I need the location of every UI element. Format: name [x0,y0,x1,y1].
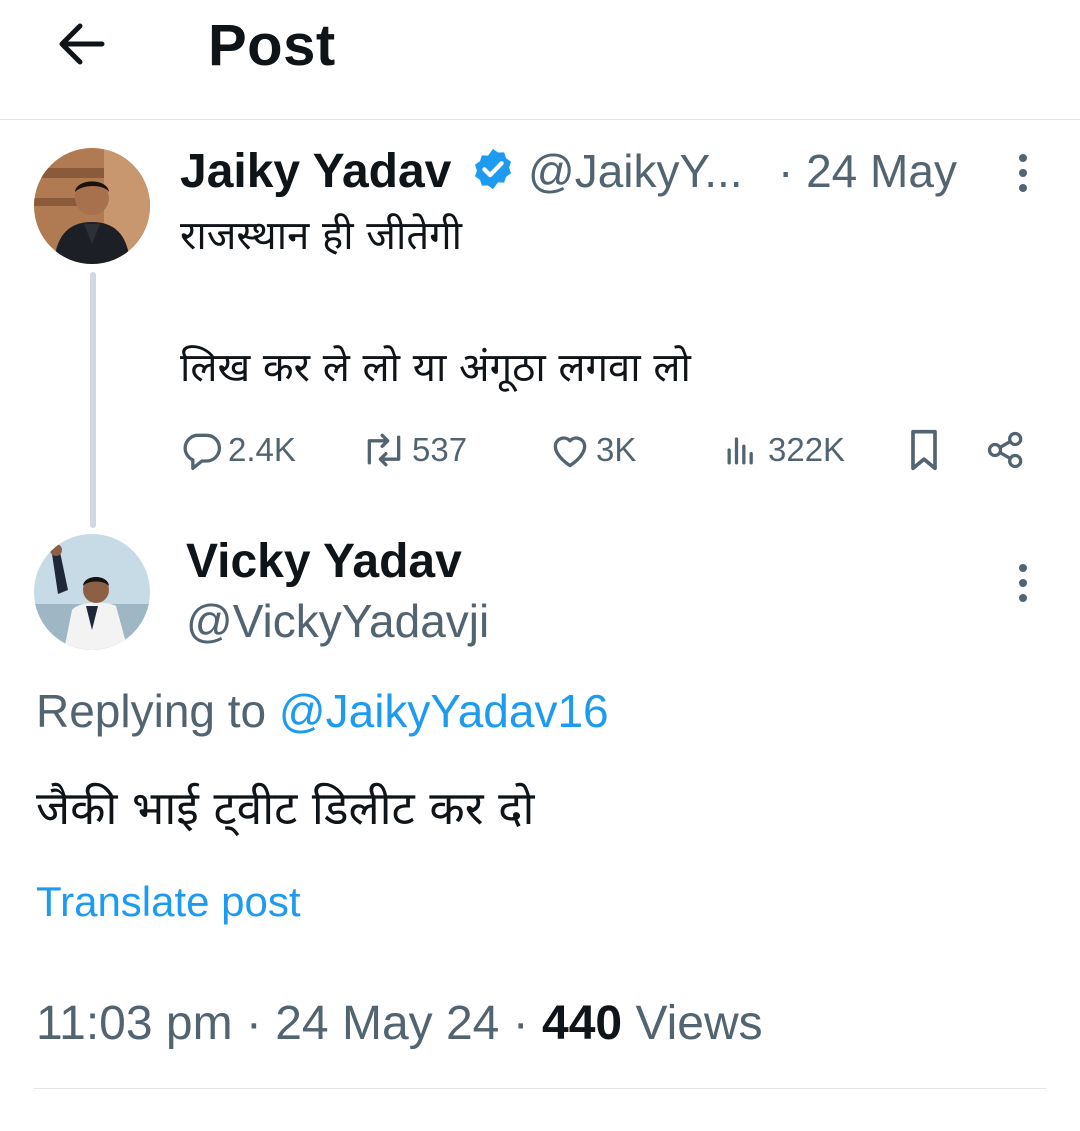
post-time[interactable]: 11:03 pm [36,997,233,1050]
replying-to-handle-link[interactable]: @JaikyYadav16 [279,685,609,737]
jaiky-tweet-line-1: राजस्थान ही जीतेगी [180,213,463,259]
reply-icon [183,433,222,470]
views-button[interactable]: 322K [720,422,845,478]
share-icon [987,431,1023,469]
vicky-more-options-button[interactable] [1008,558,1038,608]
post-views-label: Views [635,997,763,1050]
post-views-count[interactable]: 440 [542,997,622,1050]
top-bar: Post [0,0,1080,120]
bookmark-button[interactable] [902,422,946,478]
view-count: 322K [768,431,846,468]
jaiky-post-date[interactable]: · 24 May [778,144,957,198]
replying-to-prefix: Replying to [36,685,267,737]
views-icon [727,437,753,465]
translate-post-link[interactable]: Translate post [36,878,301,926]
bookmark-icon [911,429,937,471]
repost-count: 537 [412,431,468,468]
vicky-tweet-text: जैकी भाई ट्वीट डिलीट कर दो [36,781,535,835]
tweet-action-bar: 2.4K 537 3K 322K [180,422,1040,478]
reply-count: 2.4K [228,431,296,468]
like-icon [553,436,587,468]
like-button[interactable]: 3K [548,422,636,478]
jaiky-avatar[interactable] [34,148,150,264]
jaiky-tweet-line-2: लिख कर ले लो या अंगूठा लगवा लो [180,345,691,391]
thread-connector-line [90,272,96,528]
jaiky-handle[interactable]: @JaikyY... [528,144,743,198]
share-button[interactable] [984,422,1028,478]
reply-button[interactable]: 2.4K [180,422,296,478]
repost-icon [367,433,401,467]
replying-to-line: Replying to @JaikyYadav16 [36,684,609,738]
back-button[interactable] [52,18,112,70]
more-options-icon [1019,154,1027,192]
repost-button[interactable]: 537 [360,422,467,478]
verified-badge-icon [474,148,512,190]
back-arrow-icon [59,23,105,65]
page-title: Post [208,13,336,78]
like-count: 3K [596,431,637,468]
post-metadata: 11:03 pm · 24 May 24 · 440 Views [36,997,763,1050]
post-date[interactable]: 24 May 24 [275,997,499,1050]
divider [34,1088,1046,1089]
jaiky-author-name[interactable]: Jaiky Yadav [180,144,451,199]
vicky-author-name[interactable]: Vicky Yadav [186,534,462,589]
more-options-icon [1019,564,1027,602]
vicky-avatar[interactable] [34,534,150,650]
vicky-handle[interactable]: @VickyYadavji [186,594,489,648]
jaiky-more-options-button[interactable] [1008,148,1038,198]
